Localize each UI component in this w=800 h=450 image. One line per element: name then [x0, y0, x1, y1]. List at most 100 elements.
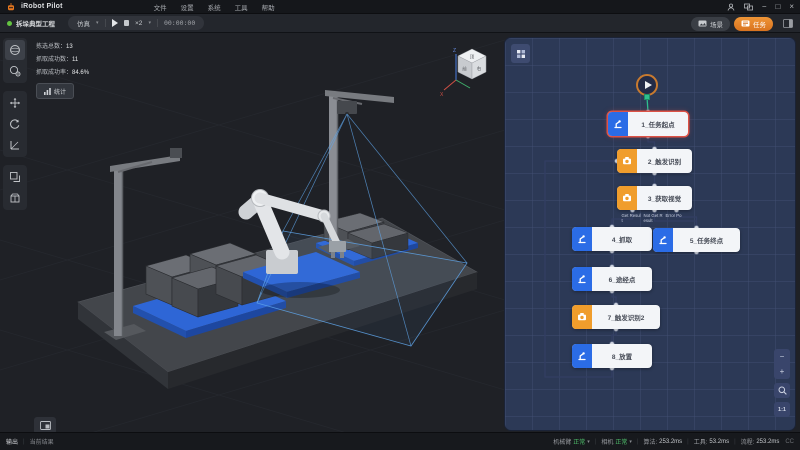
- menu-item-1[interactable]: 设置: [181, 2, 194, 12]
- model-settings-button[interactable]: [5, 61, 25, 81]
- flow-node-5[interactable]: 5_任务终点: [653, 228, 740, 252]
- viewport-3d[interactable]: Z X 顶 前 右: [0, 33, 800, 432]
- user-icon[interactable]: [727, 3, 735, 11]
- displays-icon[interactable]: [744, 3, 753, 11]
- menu-item-2[interactable]: 系统: [208, 2, 221, 12]
- current-result-tab[interactable]: 当前结果: [30, 437, 54, 446]
- minimize-button[interactable]: −: [762, 3, 767, 11]
- flow-node-label: 3_获取视觉: [637, 186, 692, 210]
- stop-button[interactable]: [124, 20, 130, 26]
- box-icon: [9, 192, 21, 204]
- flow-node-8[interactable]: 8_放置: [572, 344, 652, 368]
- flow-node-7[interactable]: 7_触发识别2: [572, 305, 660, 329]
- start-output-port: [644, 94, 650, 100]
- task-start-icon: [608, 112, 628, 136]
- axis-z-label: Z: [453, 48, 456, 54]
- flow-node-label: 8_放置: [592, 344, 652, 368]
- output-tab[interactable]: 输出: [6, 437, 18, 446]
- trigger-recognition-icon: [572, 305, 592, 329]
- simulation-controls: 仿真 ▾ ×2 ▾ 00:00:00: [68, 16, 204, 30]
- copy-icon: [9, 171, 21, 183]
- flow-node-label: 2_触发识别: [637, 149, 692, 173]
- measure-icon: [9, 139, 21, 151]
- flow-node-label: 1_任务起点: [628, 112, 688, 136]
- rotate-icon: [9, 118, 21, 130]
- chevron-down-icon: ▾: [587, 439, 590, 445]
- view-cube[interactable]: Z X 顶 前 右: [440, 48, 486, 98]
- measure-tool-button[interactable]: [5, 135, 25, 155]
- flow-node-3[interactable]: 3_获取视觉: [617, 186, 692, 210]
- stat-row: 拣选总数：13: [36, 41, 89, 50]
- waypoint-icon: [572, 267, 592, 291]
- zoom-search-button[interactable]: [774, 383, 790, 398]
- flow-node-label: 5_任务终点: [673, 228, 740, 252]
- flow-node-1[interactable]: 1_任务起点: [608, 112, 688, 136]
- status-item-1[interactable]: 相机正常▾: [601, 437, 632, 446]
- pick-statistics: 拣选总数：13抓取成功数：11抓取成功率：84.6% 统计: [36, 41, 89, 100]
- speed-select[interactable]: ×2: [135, 20, 142, 27]
- stat-row: 抓取成功率：84.6%: [36, 67, 89, 76]
- project-name: 拆垛典型工程: [16, 18, 55, 28]
- toolbar: 拆垛典型工程 仿真 ▾ ×2 ▾ 00:00:00 场景 任务: [0, 14, 800, 33]
- status-item-4: 流程:253.2ms: [741, 437, 780, 446]
- flow-node-4[interactable]: 4_抓取: [572, 227, 652, 251]
- menu-item-3[interactable]: 工具: [235, 2, 248, 12]
- statistics-button[interactable]: 统计: [36, 83, 74, 99]
- mode-select[interactable]: 仿真: [77, 18, 90, 28]
- cube-face-right: 右: [477, 65, 482, 72]
- get-vision-icon: [617, 186, 637, 210]
- chevron-down-icon[interactable]: ▾: [96, 20, 99, 26]
- task-tab[interactable]: 任务: [734, 17, 773, 31]
- app-title: iRobot Pilot: [21, 3, 63, 10]
- simulation-timer: 00:00:00: [164, 19, 195, 27]
- cube-face-front: 前: [462, 66, 467, 73]
- console-panel-button[interactable]: [34, 417, 56, 432]
- bar-chart-icon: [44, 88, 51, 95]
- flow-grid-button[interactable]: [511, 44, 530, 63]
- project-status-dot: [7, 21, 12, 26]
- status-item-3: 工具:53.2ms: [694, 437, 729, 446]
- flow-start-node[interactable]: [636, 74, 658, 96]
- scene-icon: [698, 20, 707, 27]
- flow-zoom-controls: − + 1:1: [774, 349, 790, 417]
- chevron-down-icon[interactable]: ▾: [148, 20, 151, 26]
- close-button[interactable]: ×: [789, 3, 794, 11]
- flow-node-label: 7_触发识别2: [592, 305, 660, 329]
- status-item-2: 算法:253.2ms: [643, 437, 682, 446]
- gripper: [329, 241, 346, 252]
- zoom-in-button[interactable]: +: [774, 364, 790, 379]
- menu-item-4[interactable]: 帮助: [262, 2, 275, 12]
- magnifier-icon: [778, 386, 787, 395]
- axis-x-label: X: [440, 92, 444, 98]
- flow-node-6[interactable]: 6_途经点: [572, 267, 652, 291]
- task-flow-canvas[interactable]: 1_任务起点 2_触发识别 3_获取视觉 4_抓取 5_任务终点 6_途经点 7_触发识别2…: [505, 38, 795, 430]
- grid-icon: [516, 49, 526, 59]
- rotate-tool-button[interactable]: [5, 114, 25, 134]
- output-port-labels: Get ResultNot Get ResultError Po: [622, 213, 686, 224]
- scene-tab[interactable]: 场景: [691, 17, 730, 31]
- console-icon: [40, 421, 51, 430]
- viewport-toolbar: [3, 38, 27, 210]
- status-bar: 输出 | 当前结果 机械臂正常▾|相机正常▾|算法:253.2ms|工具:53.…: [0, 432, 800, 450]
- robot-pilot-app: { "app": { "title": "iRobot Pilot", "men…: [0, 0, 800, 450]
- app-logo-icon: [6, 2, 16, 12]
- play-button[interactable]: [112, 19, 118, 27]
- flow-node-2[interactable]: 2_触发识别: [617, 149, 692, 173]
- place-icon: [572, 344, 592, 368]
- task-flow-icon: [741, 20, 750, 27]
- zoom-reset-button[interactable]: 1:1: [774, 402, 790, 417]
- grasp-icon: [572, 227, 592, 251]
- flow-node-label: 6_途经点: [592, 267, 652, 291]
- status-item-0[interactable]: 机械臂正常▾: [553, 437, 590, 446]
- copy-tool-button[interactable]: [5, 167, 25, 187]
- move-tool-button[interactable]: [5, 93, 25, 113]
- flow-node-label: 4_抓取: [592, 227, 652, 251]
- panel-layout-button[interactable]: [780, 17, 795, 31]
- title-bar: iRobot Pilot 文件 设置 系统 工具 帮助 − □ ×: [0, 0, 800, 14]
- export-box-button[interactable]: [5, 188, 25, 208]
- menu-bar: 文件 设置 系统 工具 帮助: [154, 2, 275, 12]
- menu-item-0[interactable]: 文件: [154, 2, 167, 12]
- scene-model-button[interactable]: [5, 40, 25, 60]
- maximize-button[interactable]: □: [775, 3, 780, 11]
- zoom-out-button[interactable]: −: [774, 349, 790, 364]
